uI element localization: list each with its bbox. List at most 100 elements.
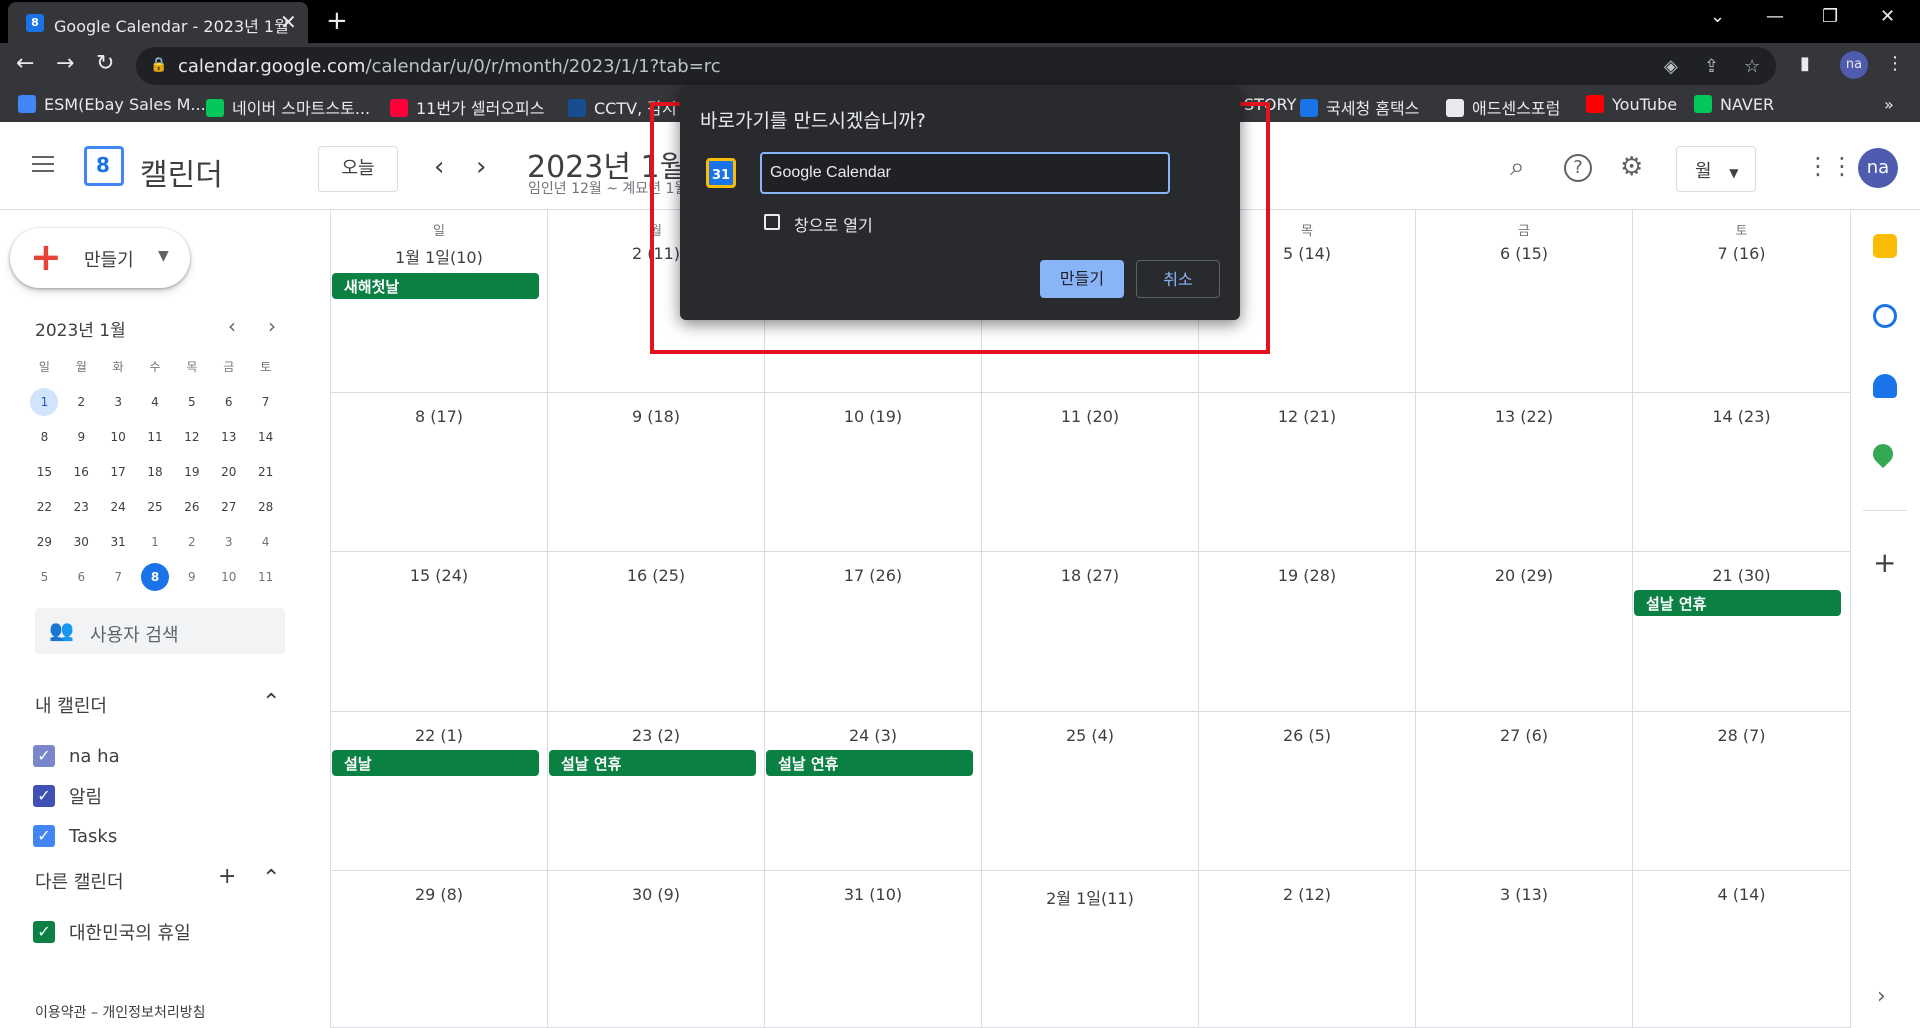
event-chip[interactable]: 설날 <box>332 750 539 776</box>
day-number[interactable]: 3 (13) <box>1416 885 1632 904</box>
tab-search-chevron-icon[interactable]: ⌄ <box>1710 6 1725 27</box>
day-number[interactable]: 31 (10) <box>765 885 981 904</box>
reload-icon[interactable]: ↻ <box>96 51 114 76</box>
calendar-checkbox[interactable]: ✓ <box>33 785 55 807</box>
day-number[interactable]: 8 (17) <box>331 407 547 426</box>
day-number[interactable]: 2 (12) <box>1199 885 1415 904</box>
view-selector[interactable]: 월 ▼ <box>1676 146 1756 192</box>
help-icon[interactable]: ? <box>1564 154 1592 182</box>
mini-day[interactable]: 18 <box>137 457 174 492</box>
collapse-chevron-icon[interactable]: ⌃ <box>262 866 280 891</box>
day-cell[interactable]: 28 (7) <box>1633 712 1851 871</box>
day-number[interactable]: 6 (15) <box>1416 244 1632 263</box>
mini-day[interactable]: 13 <box>210 422 247 457</box>
account-avatar[interactable]: na <box>1858 148 1898 188</box>
day-cell[interactable]: 17 (26) <box>765 552 982 712</box>
mini-day[interactable]: 22 <box>26 492 63 527</box>
day-number[interactable]: 17 (26) <box>765 566 981 585</box>
mini-day[interactable]: 19 <box>173 457 210 492</box>
maps-icon[interactable] <box>1868 439 1898 469</box>
day-number[interactable]: 7 (16) <box>1633 244 1850 263</box>
bookmark-item[interactable]: YouTube <box>1586 95 1677 114</box>
day-number[interactable]: 28 (7) <box>1633 726 1850 745</box>
calendar-checkbox[interactable]: ✓ <box>33 921 55 943</box>
mini-day[interactable]: 20 <box>210 457 247 492</box>
day-number[interactable]: 9 (18) <box>548 407 764 426</box>
mini-day[interactable]: 3 <box>100 387 137 422</box>
day-number[interactable]: 2월 1일(11) <box>982 885 1198 909</box>
create-button[interactable]: + 만들기 ▼ <box>10 228 190 288</box>
bookmark-item[interactable]: 11번가 셀러오피스 <box>390 95 545 119</box>
mini-day[interactable]: 3 <box>210 527 247 562</box>
mini-day[interactable]: 2 <box>173 527 210 562</box>
mini-day[interactable]: 4 <box>247 527 284 562</box>
day-cell[interactable]: 16 (25) <box>548 552 765 712</box>
mini-day[interactable]: 26 <box>173 492 210 527</box>
my-calendars-title[interactable]: 내 캘린더 <box>35 692 107 718</box>
day-cell[interactable]: 24 (3) <box>765 712 982 871</box>
mini-day[interactable]: 16 <box>63 457 100 492</box>
bookmark-item[interactable]: 애드센스포럼 <box>1446 95 1560 119</box>
restore-icon[interactable]: ❐ <box>1822 6 1838 27</box>
keep-icon[interactable] <box>1873 234 1897 258</box>
mini-day[interactable]: 31 <box>100 527 137 562</box>
get-addons-icon[interactable]: + <box>1873 546 1896 579</box>
mini-next-icon[interactable]: › <box>268 314 276 338</box>
back-icon[interactable]: ← <box>16 51 34 76</box>
day-cell[interactable]: 25 (4) <box>982 712 1199 871</box>
day-number[interactable]: 27 (6) <box>1416 726 1632 745</box>
day-cell[interactable]: 19 (28) <box>1199 552 1416 712</box>
bookmark-item[interactable]: ESM(Ebay Sales M... <box>18 95 206 114</box>
day-number[interactable]: 26 (5) <box>1199 726 1415 745</box>
calendar-logo-icon[interactable]: 8 <box>84 146 124 186</box>
event-chip[interactable]: 설날 연휴 <box>1634 590 1841 616</box>
day-number[interactable]: 13 (22) <box>1416 407 1632 426</box>
mini-day[interactable]: 14 <box>247 422 284 457</box>
day-cell[interactable]: 13 (22) <box>1416 393 1633 552</box>
day-cell[interactable]: 2월 1일(11) <box>982 871 1199 1028</box>
mini-day[interactable]: 2 <box>63 387 100 422</box>
side-panel-icon[interactable]: ▮ <box>1800 53 1810 74</box>
contacts-icon[interactable] <box>1873 374 1897 398</box>
mini-day[interactable]: 6 <box>210 387 247 422</box>
mini-day[interactable]: 10 <box>210 562 247 597</box>
day-cell[interactable]: 11 (20) <box>982 393 1199 552</box>
day-cell[interactable]: 14 (23) <box>1633 393 1851 552</box>
mini-day[interactable]: 10 <box>100 422 137 457</box>
calendar-item[interactable]: ✓ 대한민국의 휴일 <box>33 912 191 952</box>
bookmarks-overflow-icon[interactable]: » <box>1884 95 1894 114</box>
mini-day[interactable]: 11 <box>247 562 284 597</box>
mini-day[interactable]: 30 <box>63 527 100 562</box>
mini-day[interactable]: 1 <box>137 527 174 562</box>
mini-day[interactable]: 4 <box>137 387 174 422</box>
bookmark-item[interactable]: NAVER <box>1694 95 1774 114</box>
bookmark-item[interactable]: 국세청 홈택스 <box>1300 95 1419 119</box>
day-cell[interactable]: 21 (30) <box>1633 552 1851 712</box>
day-number[interactable]: 1월 1일(10) <box>331 244 547 268</box>
day-cell[interactable]: 8 (17) <box>331 393 548 552</box>
bookmark-item[interactable]: 네이버 스마트스토... <box>206 95 370 119</box>
day-number[interactable]: 14 (23) <box>1633 407 1850 426</box>
mini-day[interactable]: 12 <box>173 422 210 457</box>
day-cell[interactable]: 9 (18) <box>548 393 765 552</box>
shortcut-name-input[interactable] <box>760 152 1170 194</box>
day-number[interactable]: 12 (21) <box>1199 407 1415 426</box>
other-calendars-title[interactable]: 다른 캘린더 <box>35 868 124 894</box>
mini-day[interactable]: 11 <box>137 422 174 457</box>
new-tab-icon[interactable]: + <box>326 6 348 36</box>
calendar-item[interactable]: ✓ 알림 <box>33 776 120 816</box>
prev-month-icon[interactable]: ‹ <box>434 152 444 182</box>
extension-icon[interactable]: ◈ <box>1664 56 1678 77</box>
tab-close-icon[interactable]: ✕ <box>280 10 297 34</box>
mini-day[interactable]: 28 <box>247 492 284 527</box>
open-as-window-checkbox[interactable] <box>764 214 780 230</box>
event-chip[interactable]: 설날 연휴 <box>766 750 973 776</box>
day-number[interactable]: 24 (3) <box>765 726 981 745</box>
day-number[interactable]: 10 (19) <box>765 407 981 426</box>
day-cell[interactable]: 26 (5) <box>1199 712 1416 871</box>
day-cell[interactable]: 15 (24) <box>331 552 548 712</box>
day-cell[interactable]: 일 1월 1일(10) <box>331 210 548 393</box>
expand-panel-icon[interactable]: › <box>1877 984 1886 1009</box>
day-cell[interactable]: 18 (27) <box>982 552 1199 712</box>
share-icon[interactable]: ⇪ <box>1704 56 1719 77</box>
